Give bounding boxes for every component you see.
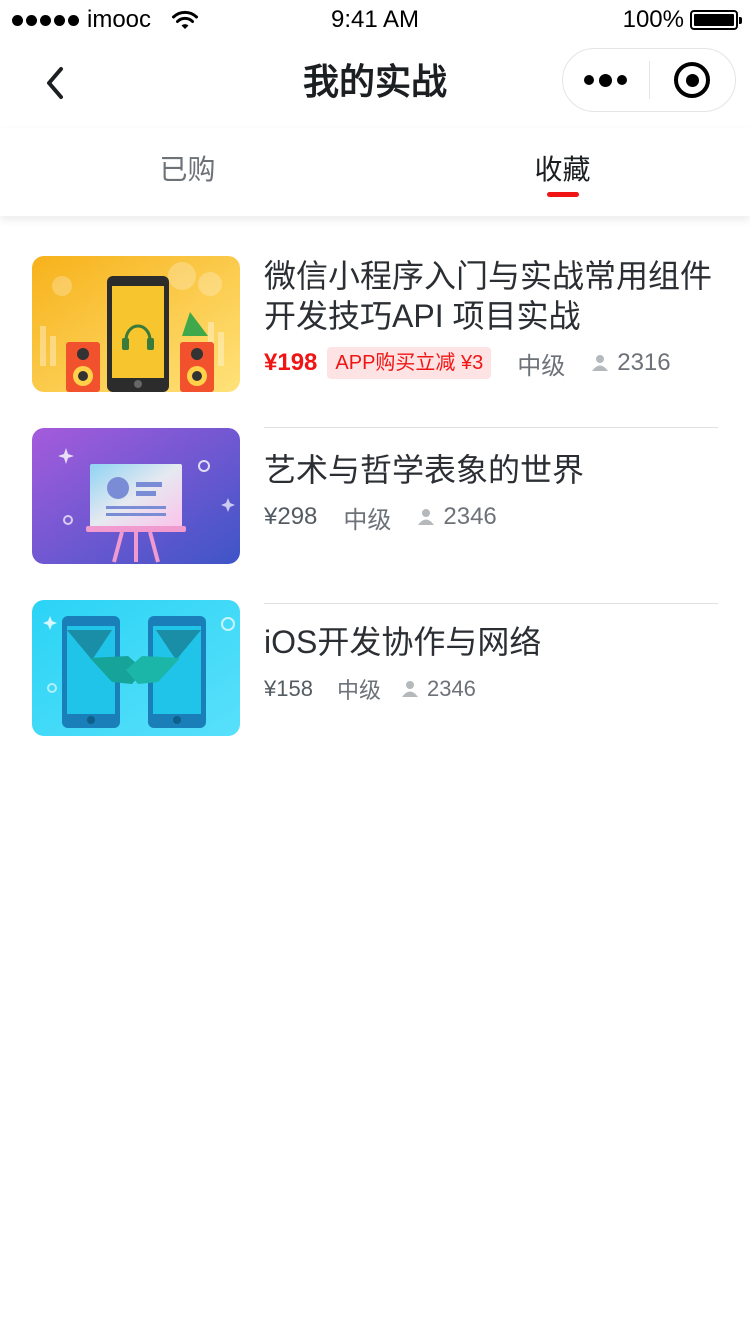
more-button[interactable] bbox=[563, 48, 649, 112]
tab-label: 已购 bbox=[159, 154, 216, 185]
course-price: ¥158 bbox=[264, 676, 313, 701]
more-dots-icon bbox=[584, 75, 595, 85]
course-title: 艺术与哲学表象的世界 bbox=[264, 452, 585, 488]
course-title: iOS开发协作与网络 bbox=[264, 624, 542, 660]
close-program-button[interactable] bbox=[650, 48, 736, 112]
tab-bar: 已购 收藏 bbox=[0, 128, 750, 216]
tab-favorites[interactable]: 收藏 bbox=[375, 128, 750, 216]
course-meta: ¥298 中级 2346 bbox=[264, 500, 718, 534]
course-item[interactable]: 艺术与哲学表象的世界 ¥298 中级 2346 bbox=[32, 428, 718, 604]
mini-program-capsule bbox=[562, 48, 736, 112]
nav-bar: 我的实战 bbox=[0, 40, 750, 128]
target-circle-icon bbox=[674, 62, 711, 98]
course-level: 中级 bbox=[336, 678, 381, 703]
course-meta: ¥158 中级 2346 bbox=[264, 672, 718, 706]
battery-percent: 100% bbox=[622, 6, 684, 33]
course-level: 中级 bbox=[343, 506, 392, 534]
person-icon bbox=[401, 681, 418, 697]
active-tab-indicator bbox=[546, 192, 579, 197]
course-info: iOS开发协作与网络 ¥158 中级 2346 bbox=[264, 622, 718, 706]
person-icon bbox=[592, 355, 609, 371]
student-count: 2316 bbox=[617, 349, 671, 376]
course-price: ¥198 bbox=[264, 349, 318, 376]
promo-badge: APP购买立减 ¥3 bbox=[327, 347, 492, 379]
battery-icon bbox=[690, 10, 742, 30]
person-icon bbox=[418, 509, 435, 525]
course-info: 微信小程序入门与实战常用组件开发技巧API 项目实战 ¥198 APP购买立减 … bbox=[264, 256, 718, 380]
music-phone-illustration-icon bbox=[32, 256, 240, 392]
student-count: 2346 bbox=[426, 676, 476, 701]
course-title: 微信小程序入门与实战常用组件开发技巧API 项目实战 bbox=[264, 258, 713, 334]
tab-purchased[interactable]: 已购 bbox=[0, 128, 375, 216]
course-item[interactable]: iOS开发协作与网络 ¥158 中级 2346 bbox=[32, 600, 718, 772]
presentation-board-illustration-icon bbox=[32, 428, 240, 564]
status-bar: imooc 9:41 AM 100% bbox=[0, 0, 750, 40]
student-count: 2346 bbox=[443, 503, 497, 530]
tab-label: 收藏 bbox=[534, 154, 591, 185]
status-right: 100% bbox=[622, 6, 742, 34]
course-price: ¥298 bbox=[264, 503, 318, 530]
phones-handshake-illustration-icon bbox=[32, 600, 240, 736]
course-level: 中级 bbox=[517, 352, 566, 380]
course-info: 艺术与哲学表象的世界 ¥298 中级 2346 bbox=[264, 450, 718, 534]
course-meta: ¥198 APP购买立减 ¥3 中级 2316 bbox=[264, 346, 718, 380]
course-item[interactable]: 微信小程序入门与实战常用组件开发技巧API 项目实战 ¥198 APP购买立减 … bbox=[32, 256, 718, 428]
